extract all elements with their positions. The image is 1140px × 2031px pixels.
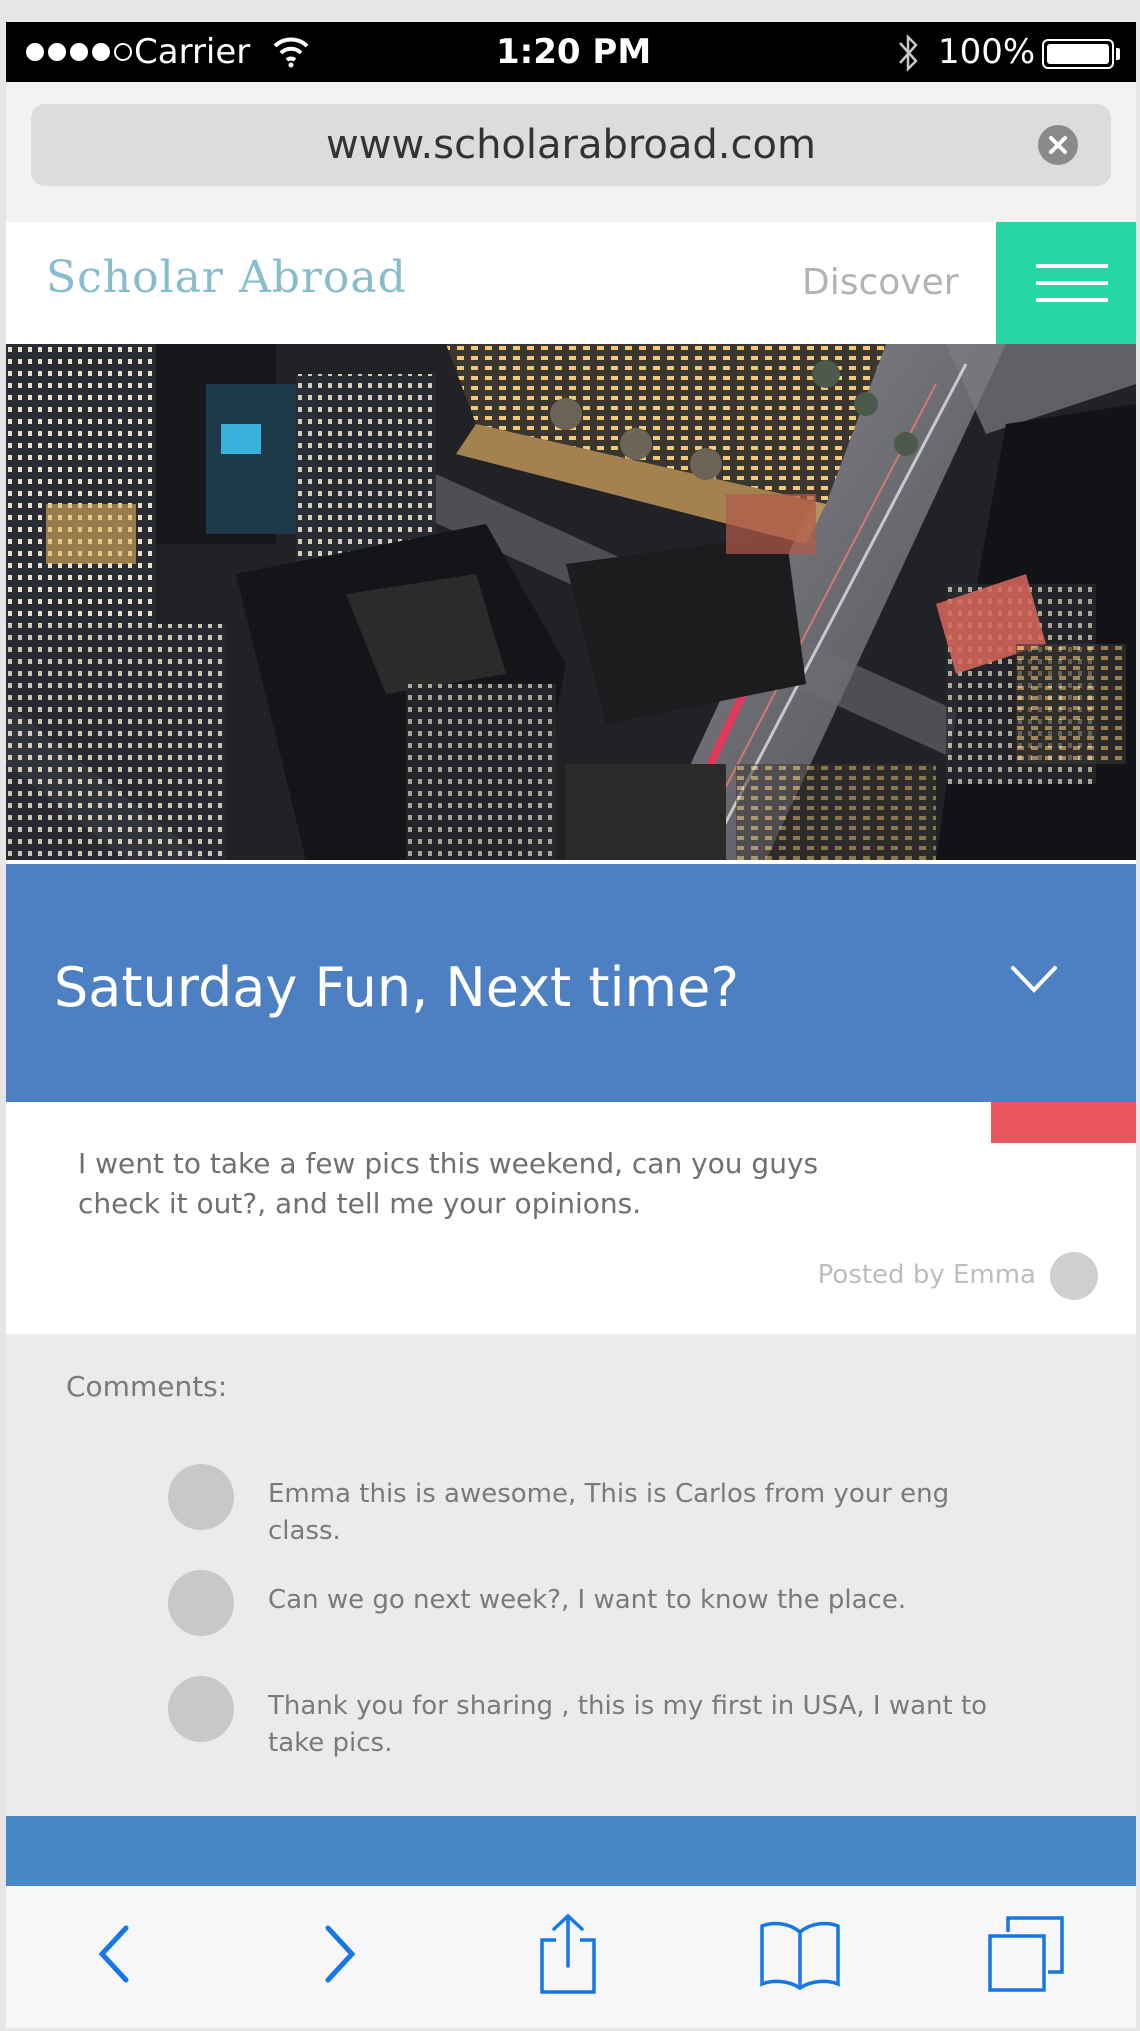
comments-label: Comments: <box>66 1370 228 1403</box>
status-bar: Carrier 1:20 PM 100% <box>6 22 1136 82</box>
hamburger-menu-icon-bar <box>1036 281 1108 285</box>
avatar[interactable] <box>1050 1252 1098 1300</box>
carrier-name: Carrier <box>134 32 251 72</box>
battery-percent: 100% <box>938 32 1036 72</box>
browser-toolbar <box>6 1886 1136 2028</box>
comment-text: Thank you for sharing , this is my first… <box>268 1691 988 1758</box>
comments-section: Comments: Emma this is awesome, This is … <box>6 1334 1136 1816</box>
posted-by-label: Posted by Emma <box>817 1260 1036 1290</box>
avatar[interactable] <box>168 1464 234 1530</box>
comment-text: Can we go next week?, I want to know the… <box>268 1585 907 1615</box>
status-time: 1:20 PM <box>496 32 652 72</box>
site-header: Scholar Abroad Discover <box>6 222 1136 344</box>
signal-strength-icon <box>26 43 132 61</box>
bookmarks-icon <box>758 1918 842 1994</box>
back-arrow-icon <box>94 1924 134 1988</box>
post-header[interactable]: Saturday Fun, Next time? <box>6 864 1136 1102</box>
share-button[interactable] <box>518 1906 618 2006</box>
menu-button[interactable] <box>996 222 1136 344</box>
post-title: Saturday Fun, Next time? <box>54 956 740 1019</box>
tabs-button[interactable] <box>976 1906 1076 2006</box>
nav-discover-link[interactable]: Discover <box>802 262 959 303</box>
tabs-icon <box>986 1914 1066 1998</box>
bookmarks-button[interactable] <box>750 1906 850 2006</box>
avatar[interactable] <box>168 1676 234 1742</box>
footer-strip <box>6 1816 1136 1886</box>
bluetooth-icon <box>896 32 922 78</box>
phone-screen: Carrier 1:20 PM 100% www.scholarabroad.c… <box>6 22 1136 2028</box>
comment-text: Emma this is awesome, This is Carlos fro… <box>268 1479 950 1546</box>
site-logo[interactable]: Scholar Abroad <box>46 252 407 303</box>
url-field[interactable]: www.scholarabroad.com <box>31 104 1111 186</box>
chevron-down-icon[interactable] <box>1010 964 1058 998</box>
post-body: I went to take a few pics this weekend, … <box>6 1102 1136 1334</box>
avatar[interactable] <box>168 1570 234 1636</box>
url-text[interactable]: www.scholarabroad.com <box>31 104 1111 186</box>
hero-image <box>6 344 1136 860</box>
post-text: I went to take a few pics this weekend, … <box>78 1147 819 1220</box>
share-icon <box>536 1912 600 2000</box>
battery-icon <box>1042 39 1114 69</box>
hamburger-menu-icon-bar <box>1036 298 1108 302</box>
wifi-icon <box>272 34 310 72</box>
forward-button[interactable] <box>290 1906 390 2006</box>
post-tag <box>991 1102 1136 1143</box>
browser-address-area: www.scholarabroad.com <box>6 82 1136 232</box>
hamburger-menu-icon <box>1036 264 1108 268</box>
back-button[interactable] <box>64 1906 164 2006</box>
clear-icon[interactable] <box>1038 125 1078 165</box>
battery-tip <box>1116 48 1120 60</box>
forward-arrow-icon <box>320 1924 360 1988</box>
